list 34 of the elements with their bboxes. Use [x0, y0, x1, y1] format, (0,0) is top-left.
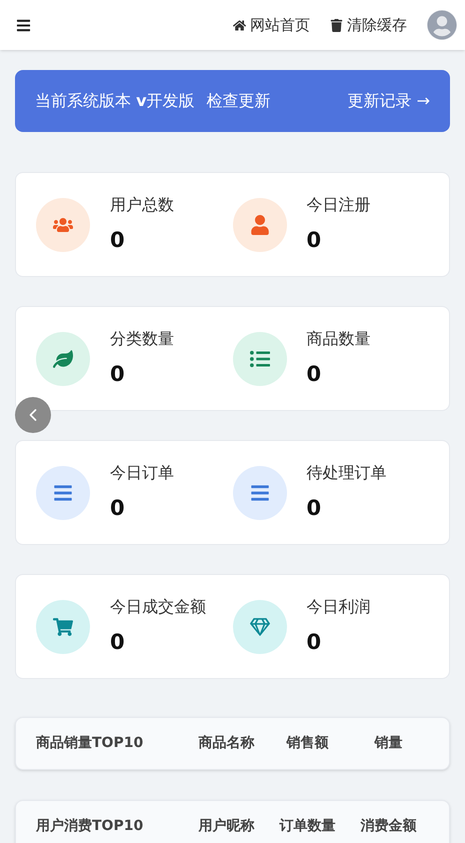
stat-label: 今日注册	[306, 194, 370, 216]
menu-icon[interactable]	[16, 18, 31, 32]
header-link[interactable]: 清除缓存	[330, 14, 407, 36]
version-text: 当前系统版本 v开发版	[35, 90, 195, 112]
column-header: 用户消费TOP10	[36, 816, 144, 836]
stat-label: 今日利润	[306, 596, 370, 618]
changelog-link[interactable]: 更新记录 →	[348, 89, 430, 113]
column-header: 用户昵称	[197, 816, 256, 836]
column-header: 商品名称	[198, 734, 256, 753]
stat-value: 0	[306, 226, 322, 254]
column-header: 订单数量	[278, 817, 336, 836]
stat-value: 0	[110, 494, 126, 522]
stat-value: 0	[306, 494, 322, 522]
column-header: 商品销量TOP10	[36, 734, 144, 753]
home-icon	[233, 18, 246, 32]
avatar[interactable]	[427, 10, 457, 40]
stat-label: 商品数量	[306, 328, 370, 350]
column-header: 消费金额	[360, 816, 418, 836]
stat-value: 0	[306, 360, 322, 388]
column-header: 销量	[373, 734, 404, 753]
stat-value: 0	[110, 360, 126, 388]
header-link[interactable]: 网站首页	[233, 14, 310, 36]
stat-label: 用户总数	[110, 194, 174, 216]
stat-label: 今日成交金额	[110, 596, 206, 618]
stat-label: 分类数量	[110, 328, 174, 350]
trash-icon	[330, 18, 343, 32]
check-update-link[interactable]: 检查更新	[206, 89, 271, 113]
column-header: 销售额	[285, 734, 330, 753]
stat-value: 0	[110, 628, 126, 656]
stat-label: 今日订单	[110, 462, 174, 484]
stat-label: 待处理订单	[306, 462, 386, 484]
stat-value: 0	[110, 226, 126, 254]
back-button[interactable]	[15, 397, 51, 433]
stat-value: 0	[306, 628, 322, 656]
